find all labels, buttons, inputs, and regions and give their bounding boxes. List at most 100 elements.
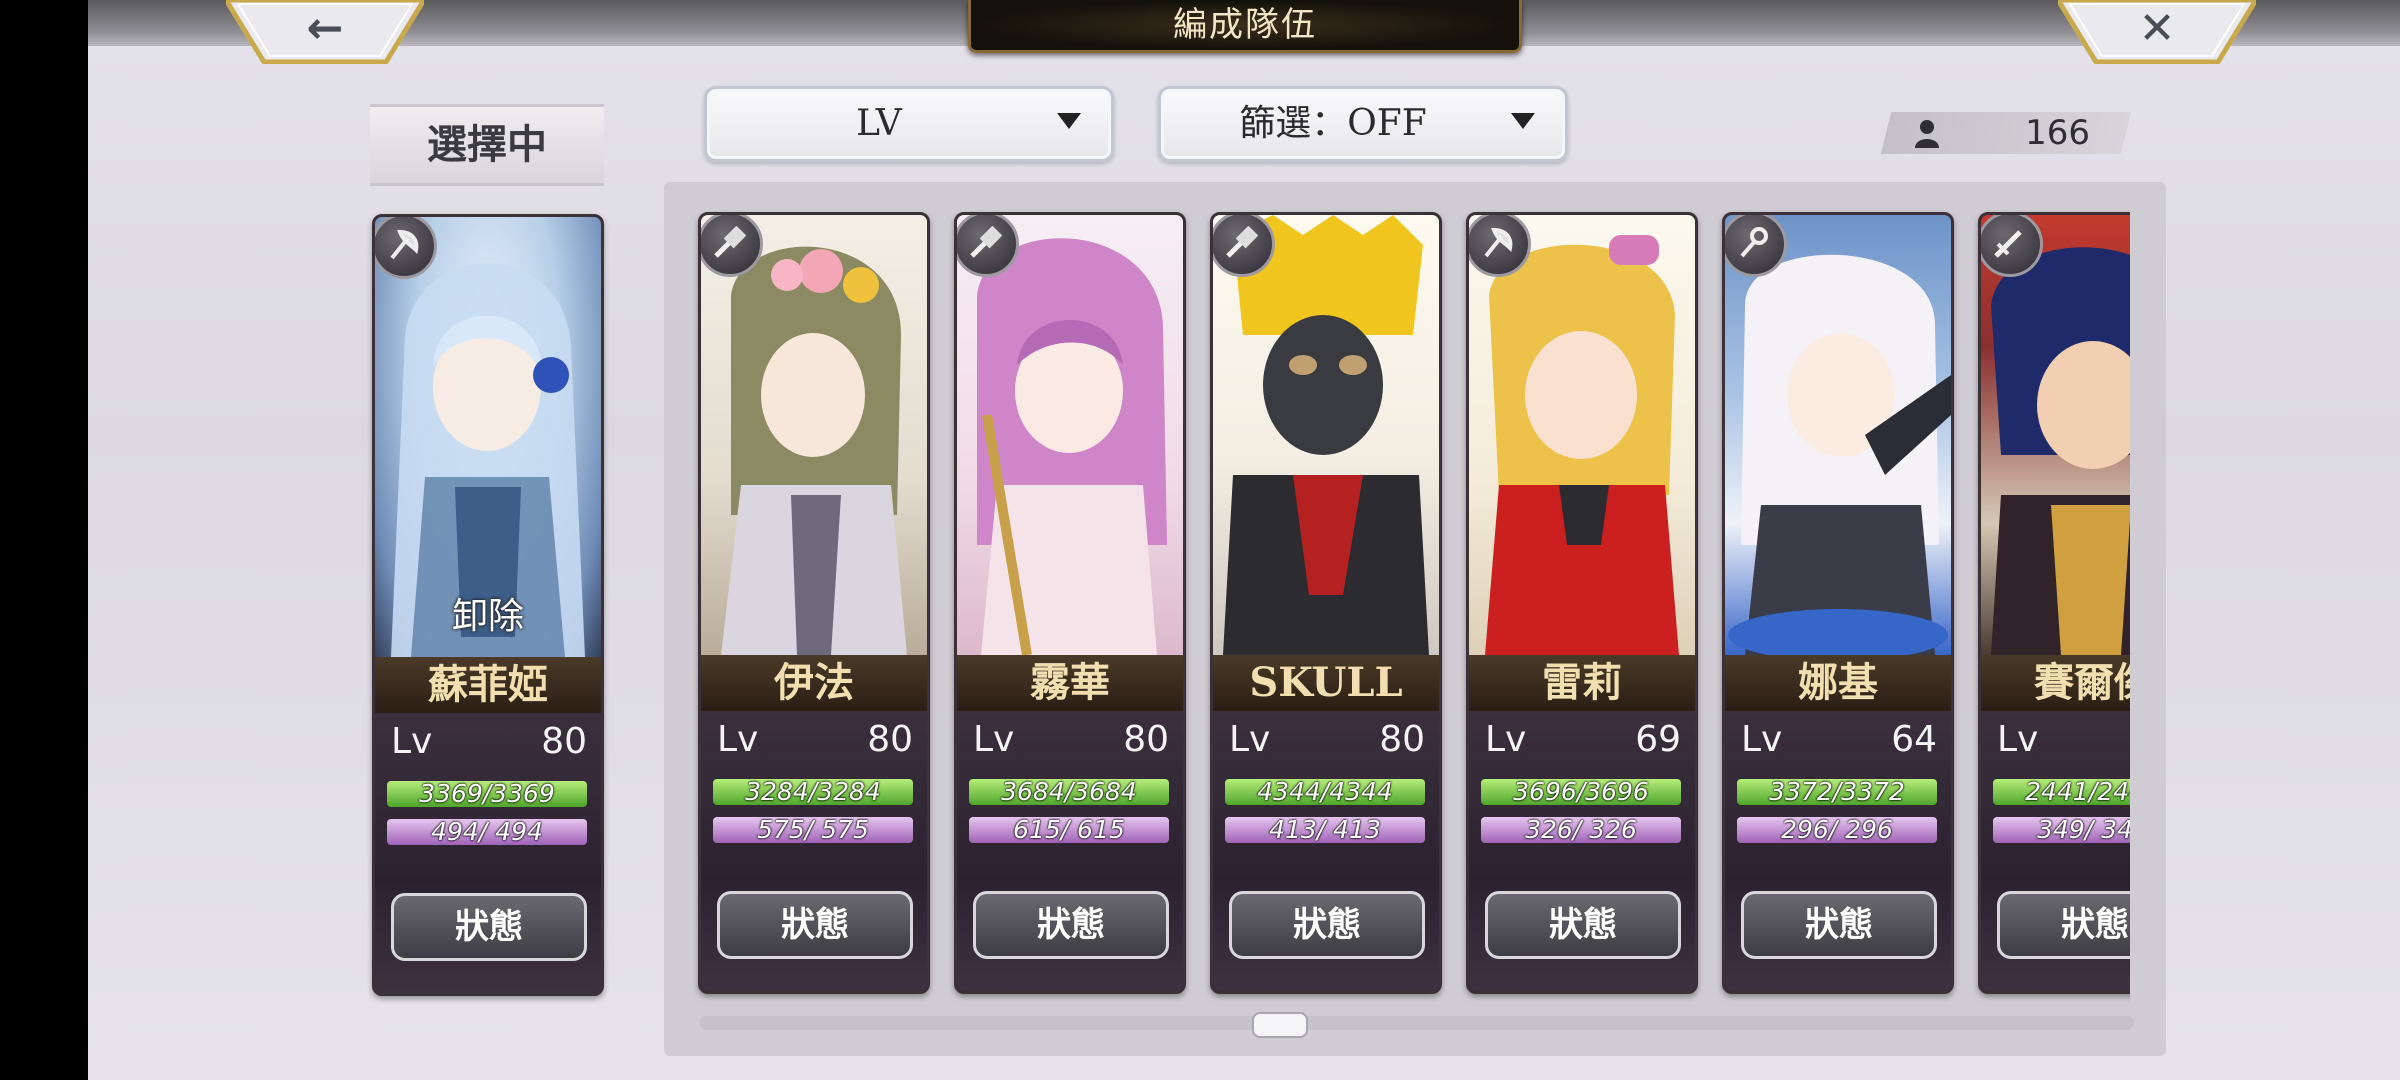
character-list: 伊法 Lv 80 3284/3284 575/ 575 狀態 霧華 Lv 80 … [664, 182, 2130, 1012]
mp-value: 296/ 296 [1781, 815, 1893, 844]
hp-bar: 3284/3284 [713, 779, 913, 805]
hammer-icon [701, 215, 763, 277]
status-button[interactable]: 狀態 [717, 891, 913, 959]
hp-bar: 2441/2441 [1993, 779, 2130, 805]
character-stats: Lv 80 3284/3284 575/ 575 狀態 [701, 711, 927, 991]
hp-value: 3696/3696 [1513, 777, 1649, 806]
hp-bar: 3372/3372 [1737, 779, 1937, 805]
hp-bar: 4344/4344 [1225, 779, 1425, 805]
status-button[interactable]: 狀態 [1485, 891, 1681, 959]
staff-icon [1725, 215, 1787, 277]
mp-bar: 494/ 494 [387, 819, 587, 845]
mp-bar: 349/ 349 [1993, 817, 2130, 843]
character-card[interactable]: 娜基 Lv 64 3372/3372 296/ 296 狀態 [1722, 212, 1954, 994]
level-value: 69 [1635, 719, 1681, 760]
character-stats: Lv 80 3369/3369 494/ 494 狀態 [375, 713, 601, 993]
hammer-icon [1213, 215, 1275, 277]
character-card[interactable]: 伊法 Lv 80 3284/3284 575/ 575 狀態 [698, 212, 930, 994]
character-portrait [957, 215, 1183, 656]
hp-value: 3369/3369 [419, 779, 555, 808]
sort-dropdown[interactable]: LV [704, 86, 1114, 162]
character-stats: Lv 69 3696/3696 326/ 326 狀態 [1469, 711, 1695, 991]
mp-bar: 413/ 413 [1225, 817, 1425, 843]
unit-count: 166 [1886, 112, 2126, 154]
character-card[interactable]: 賽爾傑 Lv6 2441/2441 349/ 349 狀態 [1978, 212, 2130, 994]
unit-count-value: 166 [2025, 113, 2090, 153]
character-stats: Lv6 2441/2441 349/ 349 狀態 [1981, 711, 2130, 991]
mp-value: 575/ 575 [757, 815, 869, 844]
character-name: 娜基 [1725, 655, 1951, 711]
character-name: 雷莉 [1469, 655, 1695, 711]
character-portrait [701, 215, 927, 655]
character-stats: Lv 80 4344/4344 413/ 413 狀態 [1213, 711, 1439, 991]
axe-icon [1469, 215, 1531, 277]
character-portrait [1725, 215, 1951, 661]
character-portrait [1469, 215, 1695, 655]
back-button[interactable]: ← [226, 0, 424, 64]
selected-section-label: 選擇中 [370, 104, 604, 186]
hp-bar: 3369/3369 [387, 781, 587, 807]
hp-value: 3372/3372 [1769, 777, 1905, 806]
hp-bar: 3696/3696 [1481, 779, 1681, 805]
status-button[interactable]: 狀態 [391, 893, 587, 961]
scrollbar-thumb[interactable] [1252, 1012, 1308, 1038]
page-title: 編成隊伍 [968, 0, 1522, 53]
character-stats: Lv 64 3372/3372 296/ 296 狀態 [1725, 711, 1951, 991]
level-value: 80 [867, 719, 913, 760]
mp-value: 326/ 326 [1525, 815, 1637, 844]
filter-dropdown[interactable]: 篩選：OFF [1158, 86, 1568, 162]
selected-character-card[interactable]: 卸除 蘇菲婭 Lv 80 3369/3369 494/ 494 狀態 [372, 214, 604, 996]
level-value: 80 [1123, 719, 1169, 760]
remove-label[interactable]: 卸除 [375, 587, 601, 639]
level-value: 80 [1379, 719, 1425, 760]
axe-icon [375, 217, 437, 279]
level-label: Lv [391, 721, 433, 762]
person-icon [1915, 120, 1939, 148]
horizontal-scrollbar[interactable] [700, 1016, 2134, 1030]
arrow-left-icon: ← [306, 3, 344, 54]
level-label: Lv [1741, 719, 1783, 760]
hp-value: 3284/3284 [745, 777, 881, 806]
level-value: 80 [541, 721, 587, 762]
character-portrait [1981, 215, 2130, 655]
filter-dropdown-value: 篩選：OFF [1239, 103, 1427, 144]
mp-bar: 575/ 575 [713, 817, 913, 843]
level-label: Lv [973, 719, 1015, 760]
character-card[interactable]: 雷莉 Lv 69 3696/3696 326/ 326 狀態 [1466, 212, 1698, 994]
hp-bar: 3684/3684 [969, 779, 1169, 805]
status-button[interactable]: 狀態 [1997, 891, 2130, 959]
level-label: Lv [1229, 719, 1271, 760]
mp-value: 615/ 615 [1013, 815, 1125, 844]
level-label: Lv [1485, 719, 1527, 760]
character-portrait [1213, 215, 1439, 655]
hp-value: 3684/3684 [1001, 777, 1137, 806]
close-button[interactable]: ✕ [2058, 0, 2256, 64]
character-name: 伊法 [701, 655, 927, 711]
hammer-icon [957, 215, 1019, 277]
left-letterbox [0, 0, 88, 1080]
mp-bar: 296/ 296 [1737, 817, 1937, 843]
mp-bar: 326/ 326 [1481, 817, 1681, 843]
team-formation-screen: ← 編成隊伍 ✕ 選擇中 LV 篩選：OFF 166 卸除 蘇菲婭 Lv 80 … [0, 0, 2400, 1080]
level-label: Lv [1997, 719, 2039, 760]
mp-bar: 615/ 615 [969, 817, 1169, 843]
character-name: SKULL [1213, 655, 1439, 711]
sort-dropdown-value: LV [856, 103, 902, 144]
character-name: 蘇菲婭 [375, 657, 601, 713]
dropdown-arrow-icon [1511, 113, 1535, 129]
hp-value: 4344/4344 [1257, 777, 1393, 806]
status-button[interactable]: 狀態 [1229, 891, 1425, 959]
level-value: 64 [1891, 719, 1937, 760]
level-label: Lv [717, 719, 759, 760]
status-button[interactable]: 狀態 [973, 891, 1169, 959]
character-card[interactable]: 霧華 Lv 80 3684/3684 615/ 615 狀態 [954, 212, 1186, 994]
mp-value: 349/ 349 [2037, 815, 2130, 844]
status-button[interactable]: 狀態 [1741, 891, 1937, 959]
character-name: 賽爾傑 [1981, 655, 2130, 711]
dropdown-arrow-icon [1057, 113, 1081, 129]
sword-icon [1981, 215, 2043, 277]
close-icon: ✕ [2138, 3, 2176, 54]
mp-value: 494/ 494 [431, 817, 543, 846]
character-card[interactable]: SKULL Lv 80 4344/4344 413/ 413 狀態 [1210, 212, 1442, 994]
character-name: 霧華 [957, 655, 1183, 711]
